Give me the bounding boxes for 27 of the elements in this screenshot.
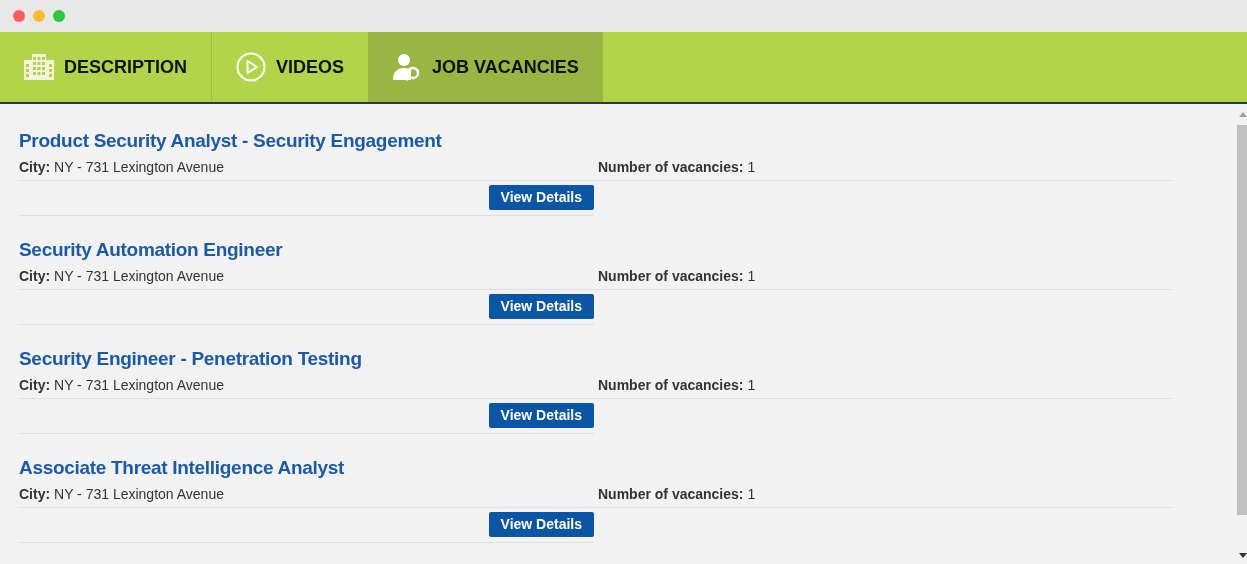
scroll-up-icon[interactable] [1239, 112, 1247, 117]
view-details-button[interactable]: View Details [488, 512, 594, 537]
close-icon[interactable] [13, 10, 25, 22]
tab[interactable]: DESCRIPTION [0, 32, 212, 102]
tab[interactable]: VIDEOS [212, 32, 369, 102]
city-text: City: NY - 731 Lexington Avenue [19, 266, 225, 286]
city-text: City: NY - 731 Lexington Avenue [19, 484, 225, 504]
job-title-link[interactable]: Product Security Analyst - Security Engagement [19, 128, 442, 154]
building-icon [24, 54, 54, 80]
view-details-button[interactable]: View Details [488, 294, 594, 319]
view-details-button[interactable]: View Details [488, 403, 594, 428]
vacancies-text: Number of vacancies: 1 [598, 266, 756, 286]
vacancies-text: Number of vacancies: 1 [598, 484, 756, 504]
minimize-icon[interactable] [33, 10, 45, 22]
city-text: City: NY - 731 Lexington Avenue [19, 375, 225, 395]
vacancies-text: Number of vacancies: 1 [598, 375, 756, 395]
job-title-link[interactable]: Associate Threat Intelligence Analyst [19, 455, 345, 481]
maximize-icon[interactable] [53, 10, 65, 22]
view-details-button[interactable]: View Details [488, 185, 594, 210]
tab[interactable]: JOB VACANCIES [368, 32, 603, 102]
play-icon [236, 52, 266, 82]
job-title-link[interactable]: Security Engineer - Penetration Testing [19, 346, 362, 372]
scrollbar-thumb[interactable] [1237, 125, 1247, 515]
vacancies-text: Number of vacancies: 1 [598, 157, 756, 177]
scroll-down-icon[interactable] [1239, 553, 1247, 558]
job-title-link[interactable]: Security Automation Engineer [19, 237, 283, 263]
city-text: City: NY - 731 Lexington Avenue [19, 157, 225, 177]
